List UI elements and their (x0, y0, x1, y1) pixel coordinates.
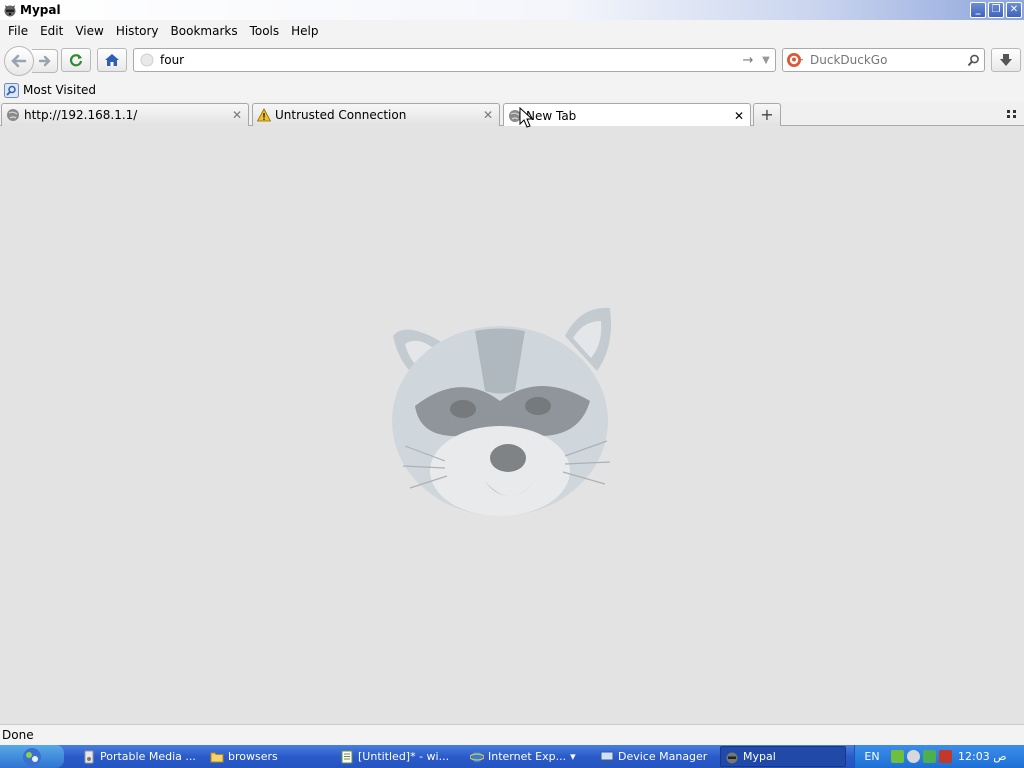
taskbar-item-mypal[interactable]: Mypal (720, 746, 846, 767)
url-input[interactable] (160, 53, 739, 67)
taskbar-item-device-manager[interactable]: Device Manager (596, 746, 716, 767)
tab-close-button[interactable]: ✕ (481, 108, 495, 122)
volume-tray-icon[interactable] (907, 750, 920, 763)
window-title: Mypal (20, 3, 61, 17)
mypal-icon (726, 752, 738, 763)
mypal-raccoon-icon (4, 5, 16, 17)
notepad-icon (341, 750, 353, 763)
site-identity-icon (140, 53, 154, 67)
globe-icon (7, 109, 19, 121)
bookmarks-toolbar: Most Visited (0, 78, 1024, 102)
back-forward-group (4, 46, 58, 76)
taskbar-item-label: [Untitled]* - wi... (358, 750, 450, 763)
language-indicator[interactable]: EN (859, 750, 885, 763)
search-bar[interactable] (782, 48, 985, 72)
go-arrow-icon[interactable]: → (739, 53, 757, 68)
menu-edit[interactable]: Edit (34, 24, 69, 38)
search-engine-selector[interactable] (786, 52, 804, 68)
taskbar: Portable Media ... browsers [Untitled]* … (0, 745, 1024, 768)
warning-icon (257, 108, 271, 122)
menu-file[interactable]: File (2, 24, 34, 38)
start-button[interactable] (0, 745, 64, 768)
back-arrow-icon (11, 54, 27, 68)
group-dropdown-icon[interactable]: ▾ (570, 750, 576, 763)
back-button[interactable] (4, 46, 34, 76)
window-controls: _ ❐ ✕ (970, 2, 1022, 18)
taskbar-item-internet-explorer[interactable]: Internet Exp... ▾ (466, 746, 590, 767)
security-tray-icon[interactable] (939, 750, 952, 763)
mouse-cursor-icon (519, 107, 533, 128)
utorrent-tray-icon[interactable] (891, 750, 904, 763)
new-tab-button[interactable]: + (753, 103, 781, 126)
status-text: Done (2, 728, 34, 742)
taskbar-item-portable-media[interactable]: Portable Media ... (78, 746, 198, 767)
bookmark-most-visited[interactable]: Most Visited (4, 82, 97, 98)
most-visited-folder-icon (4, 82, 19, 98)
home-icon (105, 54, 119, 66)
menu-history[interactable]: History (110, 24, 165, 38)
title-bar: Mypal _ ❐ ✕ (0, 0, 1024, 20)
taskbar-item-label: Portable Media ... (100, 750, 196, 763)
tab-label: New Tab (526, 108, 577, 123)
menu-tools[interactable]: Tools (244, 24, 286, 38)
taskbar-item-label: Mypal (743, 750, 776, 763)
status-bar: Done (0, 724, 1024, 745)
tab-label: http://192.168.1.1/ (24, 108, 138, 122)
taskbar-item-label: Internet Exp... (488, 750, 567, 763)
navigation-toolbar: → ▼ (0, 42, 1024, 78)
start-logo-icon (23, 747, 41, 766)
folder-icon (210, 752, 224, 762)
menu-help[interactable]: Help (285, 24, 324, 38)
page-content (0, 126, 1024, 724)
close-window-button[interactable]: ✕ (1006, 2, 1022, 18)
taskbar-item-label: Device Manager (618, 750, 708, 763)
url-bar[interactable]: → ▼ (133, 48, 776, 72)
menu-view[interactable]: View (69, 24, 109, 38)
url-history-dropdown-icon[interactable]: ▼ (757, 55, 775, 66)
forward-button[interactable] (32, 49, 58, 73)
reload-button[interactable] (61, 48, 91, 72)
menu-bar: File Edit View History Bookmarks Tools H… (0, 20, 1024, 42)
tab-new-tab[interactable]: New Tab ✕ (503, 103, 751, 127)
taskbar-item-browsers[interactable]: browsers (206, 746, 330, 767)
reload-icon (70, 54, 83, 67)
tab-close-button[interactable]: ✕ (230, 108, 244, 122)
tab-close-button[interactable]: ✕ (732, 109, 746, 123)
tab-strip: http://192.168.1.1/ ✕ Untrusted Connecti… (0, 102, 1024, 127)
network-tray-icon[interactable] (923, 750, 936, 763)
tab-untrusted-connection[interactable]: Untrusted Connection ✕ (252, 103, 500, 126)
bookmark-label: Most Visited (23, 83, 97, 97)
search-icon[interactable] (962, 54, 984, 67)
forward-arrow-icon (38, 55, 51, 67)
search-input[interactable] (810, 53, 962, 67)
tab-router[interactable]: http://192.168.1.1/ ✕ (1, 103, 249, 126)
tab-label: Untrusted Connection (275, 108, 407, 122)
clock: 12:03 ص (958, 750, 1007, 763)
taskbar-item-label: browsers (228, 750, 278, 763)
restore-button[interactable]: ❐ (988, 2, 1004, 18)
download-arrow-icon (1000, 54, 1012, 66)
downloads-button[interactable] (991, 48, 1021, 72)
home-button[interactable] (97, 48, 127, 72)
ie-icon (470, 751, 484, 762)
media-icon (84, 750, 94, 763)
minimize-button[interactable]: _ (970, 2, 986, 18)
system-tray: EN 12:03 ص (854, 745, 1024, 768)
device-manager-icon (600, 751, 614, 763)
menu-bookmarks[interactable]: Bookmarks (165, 24, 244, 38)
duckduckgo-icon (787, 53, 803, 67)
tray-icons (891, 750, 952, 763)
raccoon-mascot-image (392, 307, 612, 516)
tab-list-grid-icon[interactable] (1006, 108, 1018, 120)
taskbar-item-untitled[interactable]: [Untitled]* - wi... (336, 746, 458, 767)
